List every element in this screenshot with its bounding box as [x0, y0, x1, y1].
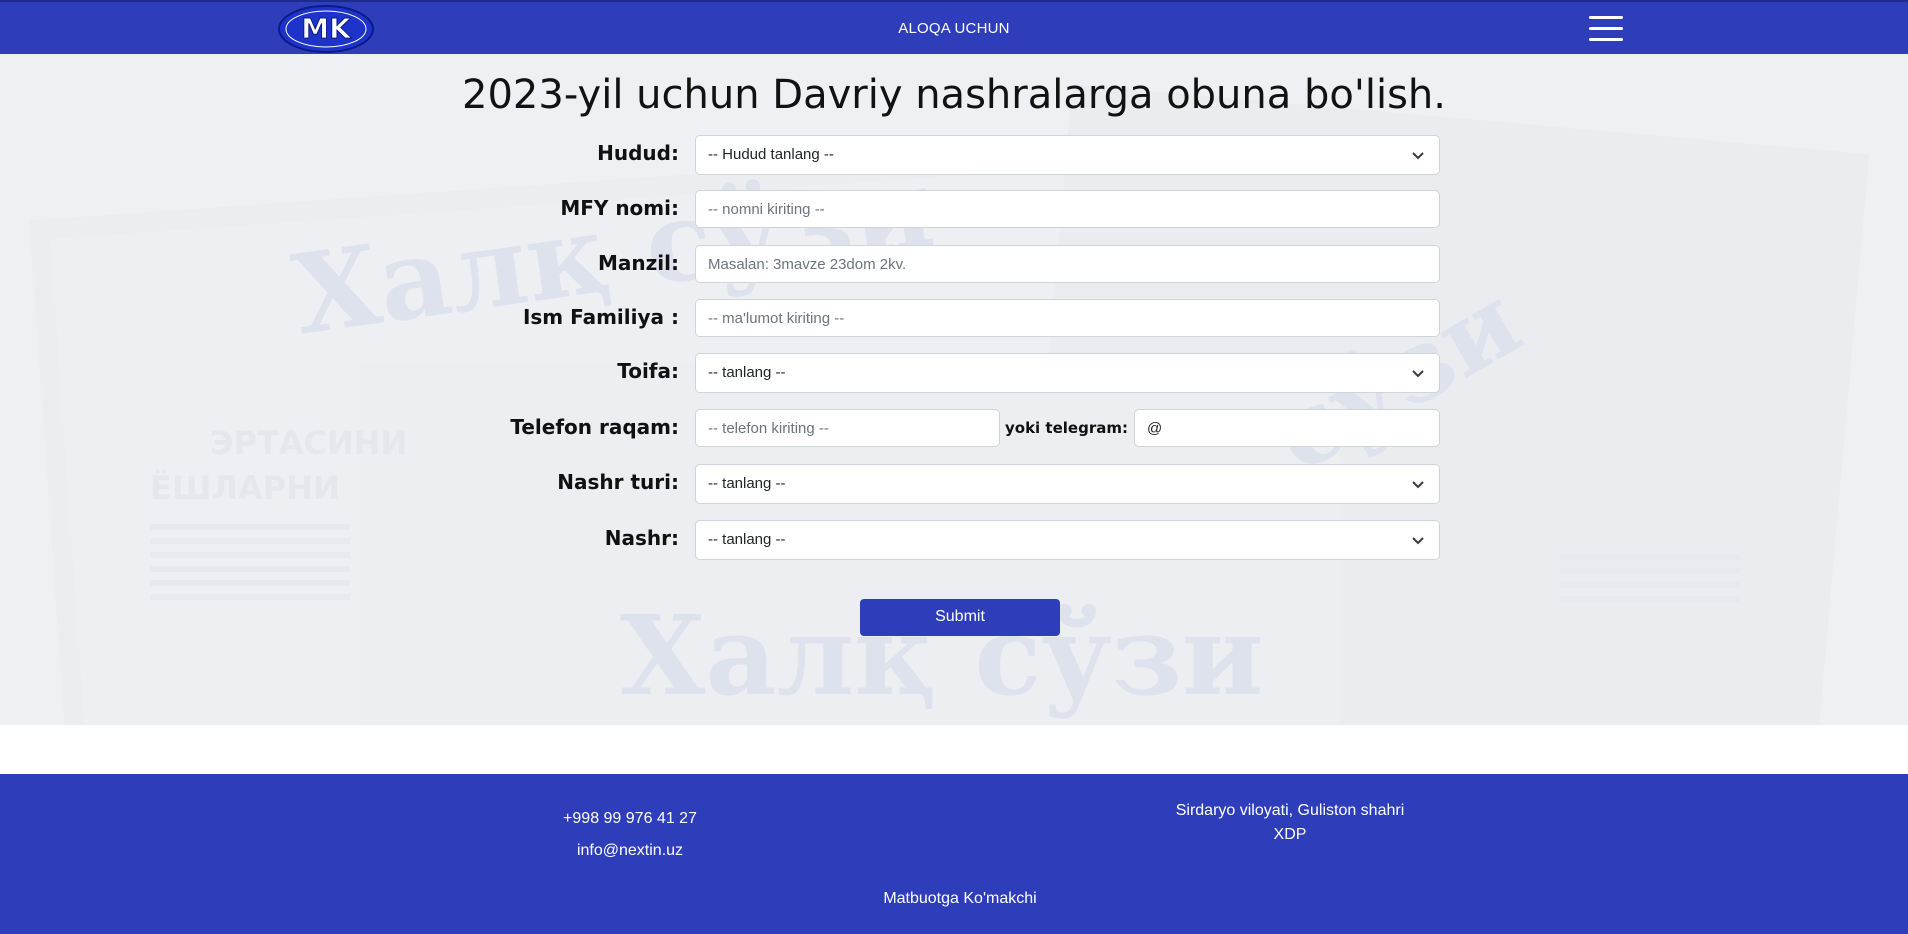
telefon-label: Telefon raqam:	[510, 415, 679, 439]
ism-input[interactable]: -- ma'lumot kiriting --	[695, 299, 1440, 337]
telegram-input[interactable]: @	[1134, 409, 1440, 447]
footer-address-line1: Sirdaryo viloyati, Guliston shahri	[1175, 802, 1405, 819]
nashr-turi-select-value: -- tanlang --	[708, 475, 786, 492]
telegram-label: yoki telegram:	[1005, 419, 1128, 437]
mfy-label: MFY nomi:	[560, 196, 679, 220]
form-section: Халқ сўзи Халқ сўзи сўзи ЭРТАСИНИ ЁШЛАРН…	[0, 54, 1908, 725]
hudud-row: Hudud: -- Hudud tanlang --	[0, 135, 1908, 175]
manzil-label: Manzil:	[598, 251, 679, 275]
footer-phone[interactable]: +998 99 976 41 27	[430, 810, 830, 828]
toifa-select[interactable]: -- tanlang --	[695, 353, 1440, 393]
hamburger-menu-icon[interactable]	[1589, 16, 1623, 42]
telefon-input[interactable]: -- telefon kiriting --	[695, 409, 1000, 447]
top-navbar: MK ALOQA UCHUN	[0, 0, 1908, 54]
hudud-select-value: -- Hudud tanlang --	[708, 146, 834, 163]
telefon-row: Telefon raqam: -- telefon kiriting -- yo…	[0, 409, 1908, 449]
mfy-input[interactable]: -- nomni kiriting --	[695, 190, 1440, 228]
toifa-row: Toifa: -- tanlang --	[0, 353, 1908, 393]
nav-link-aloqa[interactable]: ALOQA UCHUN	[898, 20, 1009, 37]
hudud-label: Hudud:	[597, 141, 679, 165]
footer-address-line2: XDP	[1273, 826, 1307, 843]
nashr-select[interactable]: -- tanlang --	[695, 520, 1440, 560]
nashr-row: Nashr: -- tanlang --	[0, 520, 1908, 560]
manzil-input[interactable]: Masalan: 3mavze 23dom 2kv.	[695, 245, 1440, 283]
nashr-label: Nashr:	[604, 526, 679, 550]
footer: +998 99 976 41 27 info@nextin.uz Sirdary…	[0, 774, 1908, 934]
nashr-select-value: -- tanlang --	[708, 531, 786, 548]
chevron-down-icon	[1412, 481, 1424, 489]
manzil-row: Manzil: Masalan: 3mavze 23dom 2kv.	[0, 245, 1908, 285]
footer-email[interactable]: info@nextin.uz	[430, 842, 830, 860]
toifa-label: Toifa:	[617, 359, 679, 383]
ism-label: Ism Familiya :	[522, 305, 679, 329]
ism-row: Ism Familiya : -- ma'lumot kiriting --	[0, 299, 1908, 339]
page-title: 2023-yil uchun Davriy nashralarga obuna …	[462, 72, 1446, 118]
chevron-down-icon	[1412, 152, 1424, 160]
chevron-down-icon	[1412, 370, 1424, 378]
nashr-turi-row: Nashr turi: -- tanlang --	[0, 464, 1908, 504]
submit-button[interactable]: Submit	[860, 599, 1060, 636]
nashr-turi-label: Nashr turi:	[557, 470, 679, 494]
hudud-select[interactable]: -- Hudud tanlang --	[695, 135, 1440, 175]
toifa-select-value: -- tanlang --	[708, 364, 786, 381]
chevron-down-icon	[1412, 537, 1424, 545]
mfy-row: MFY nomi: -- nomni kiriting --	[0, 190, 1908, 230]
footer-brand: Matbuotga Ko'makchi	[883, 890, 1037, 907]
nashr-turi-select[interactable]: -- tanlang --	[695, 464, 1440, 504]
